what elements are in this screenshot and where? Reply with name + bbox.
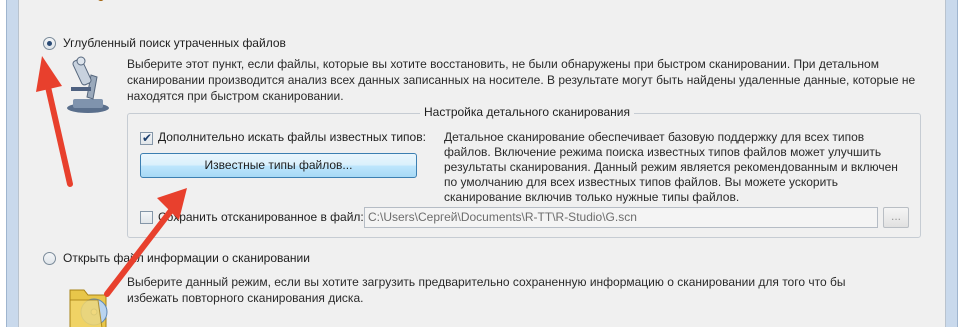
group-title: Настройка детального сканирования [420,105,635,119]
deep-scan-description: Выберите этот пункт, если файлы, которые… [127,57,916,103]
known-types-checkbox[interactable] [140,131,153,145]
open-scan-radio[interactable] [43,252,56,265]
magnifier-icon [87,0,107,2]
known-types-checkbox-label[interactable]: Дополнительно искать файлы известных тип… [158,130,426,144]
deep-scan-label[interactable]: Углубленный поиск утраченных файлов [63,36,286,50]
open-scan-description: Выберите данный режим, если вы хотите за… [127,275,846,305]
scan-info-text: Детальное сканирование обеспечивает базо… [444,130,898,204]
save-path-field[interactable]: C:\Users\Сергей\Documents\R-TT\R-Studio\… [364,207,878,228]
annotation-arrow-button [104,188,187,297]
known-file-types-button[interactable]: Известные типы файлов... [140,153,417,178]
annotation-arrow-radio [36,56,73,187]
deep-scan-radio[interactable] [43,37,56,50]
browse-button[interactable]: ... [883,207,909,228]
